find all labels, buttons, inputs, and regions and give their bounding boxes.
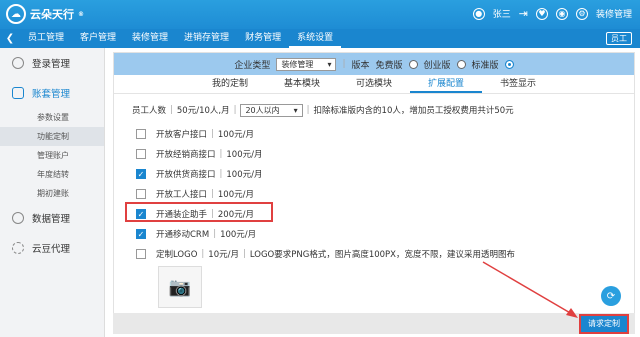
annotation-arrow — [482, 261, 578, 318]
